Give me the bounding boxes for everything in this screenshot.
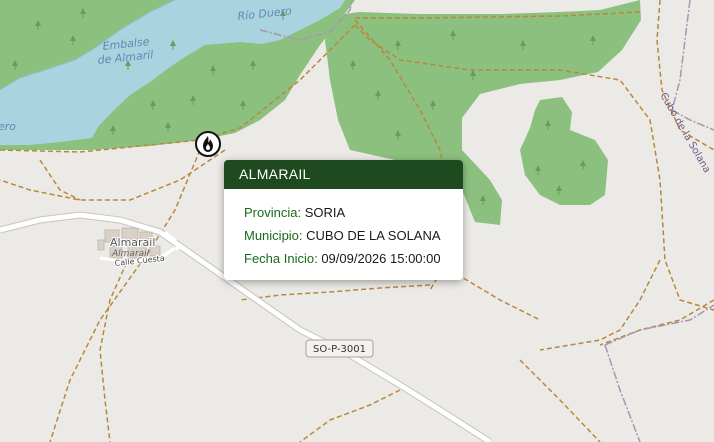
label-river-fragment: ero: [0, 120, 16, 133]
popup-value: SORIA: [304, 205, 346, 220]
incident-popup: ALMARAIL Provincia: SORIA Municipio: CUB…: [224, 160, 463, 280]
label-village: Almarail: [110, 236, 155, 249]
map-canvas[interactable]: Río Duero Embalse de Almaril ero Almarai…: [0, 0, 714, 442]
popup-label: Provincia:: [244, 205, 302, 220]
popup-value: CUBO DE LA SOLANA: [306, 228, 441, 243]
label-road-shield: SO-P-3001: [313, 344, 366, 355]
popup-title: ALMARAIL: [224, 160, 463, 189]
popup-label: Fecha Inicio:: [244, 251, 318, 266]
popup-label: Municipio:: [244, 228, 303, 243]
popup-row-provincia: Provincia: SORIA: [244, 205, 463, 228]
popup-value: 09/09/2026 15:00:00: [321, 251, 441, 266]
popup-row-fecha: Fecha Inicio: 09/09/2026 15:00:00: [244, 251, 463, 274]
popup-body: Provincia: SORIA Municipio: CUBO DE LA S…: [224, 189, 463, 274]
popup-row-municipio: Municipio: CUBO DE LA SOLANA: [244, 228, 463, 251]
fire-incident-marker[interactable]: [195, 131, 221, 157]
fire-icon: [195, 131, 221, 157]
